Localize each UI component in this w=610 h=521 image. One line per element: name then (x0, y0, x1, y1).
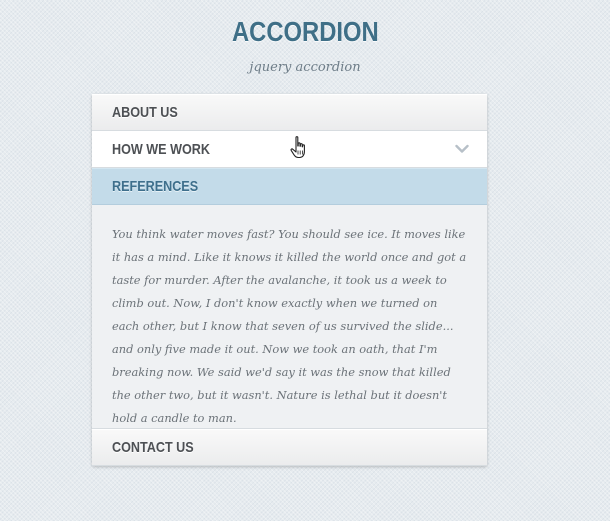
accordion-header-about-us[interactable]: ABOUT US (92, 94, 487, 131)
accordion-header-label: ABOUT US (112, 104, 178, 121)
chevron-down-icon (455, 144, 469, 153)
accordion-header-label: CONTACT US (112, 439, 194, 456)
page-title: ACCORDION (231, 16, 379, 47)
accordion-panel-text: You think water moves fast? You should s… (112, 227, 467, 425)
accordion-header-label: REFERENCES (112, 178, 199, 195)
accordion-panel-references: You think water moves fast? You should s… (92, 205, 487, 429)
page-header: ACCORDION jquery accordion (0, 12, 610, 76)
accordion-header-contact-us[interactable]: CONTACT US (92, 429, 487, 466)
accordion-header-references[interactable]: REFERENCES (92, 168, 487, 205)
page-subtitle: jquery accordion (249, 60, 361, 75)
hand-pointer-icon (290, 136, 305, 159)
accordion-header-label: HOW WE WORK (112, 141, 210, 158)
